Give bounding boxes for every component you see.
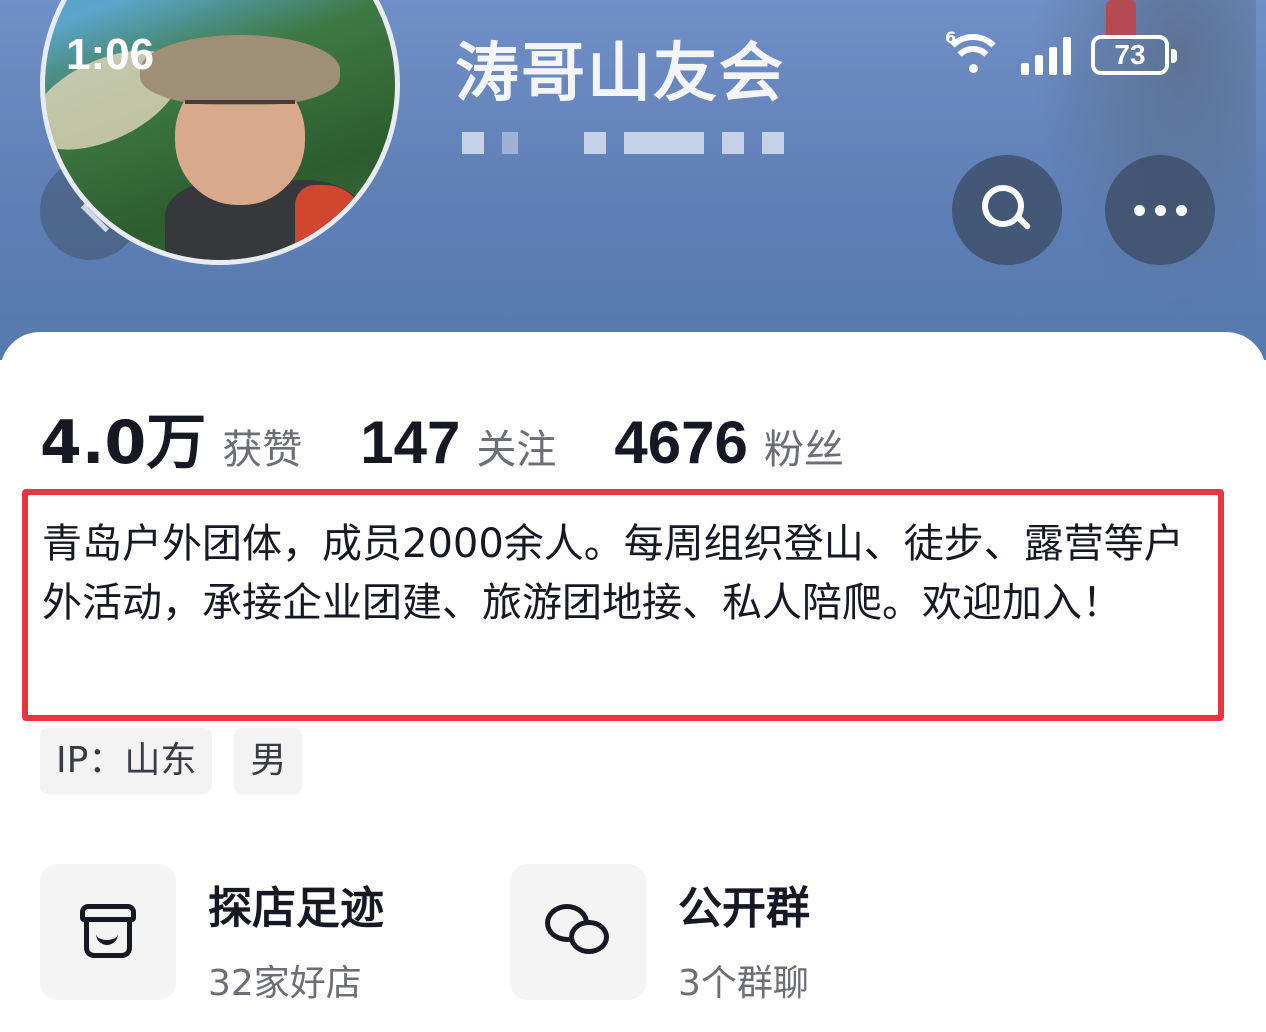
- public-groups-tile[interactable]: 公开群 3个群聊: [510, 864, 980, 1006]
- status-bar-icons: 6 73: [941, 28, 1177, 78]
- stat-followers[interactable]: 4676 粉丝: [614, 408, 843, 477]
- shop-icon: [80, 904, 136, 960]
- gender-tag: 男: [234, 728, 303, 794]
- stat-following-value: 147: [360, 409, 461, 476]
- bio-highlight-box: 青岛户外团体，成员2000余人。每周组织登山、徒步、露营等户外活动，承接企业团建…: [22, 489, 1224, 721]
- search-button[interactable]: [952, 155, 1062, 265]
- stat-followers-label: 粉丝: [763, 427, 844, 473]
- wifi-icon: 6: [941, 28, 1005, 78]
- search-icon: [982, 185, 1032, 235]
- public-groups-title: 公开群: [678, 883, 810, 934]
- status-bar-time: 1:06: [66, 30, 155, 79]
- profile-tags: IP：山东 男: [40, 728, 303, 794]
- store-visits-title: 探店足迹: [208, 883, 384, 934]
- feature-tiles: 探店足迹 32家好店 公开群 3个群聊: [40, 864, 980, 1006]
- profile-card: 4.0万 获赞 147 关注 4676 粉丝 青岛户外团体，成员2000余人。每…: [0, 332, 1266, 1032]
- public-groups-count: 3个群聊: [678, 963, 809, 1004]
- stat-likes[interactable]: 4.0万 获赞: [40, 394, 302, 481]
- stat-likes-label: 获赞: [222, 427, 303, 473]
- signal-icon: [1021, 35, 1071, 75]
- ip-location-tag: IP：山东: [40, 728, 213, 794]
- stat-followers-value: 4676: [614, 409, 748, 476]
- profile-bio: 青岛户外团体，成员2000余人。每周组织登山、徒步、露营等户外活动，承接企业团建…: [42, 521, 1184, 626]
- stat-likes-value: 4.0万: [40, 408, 207, 478]
- more-icon: [1133, 204, 1187, 216]
- blurred-account-id: [462, 132, 842, 160]
- profile-header: 1:06 涛哥山友会 6 73: [0, 0, 1266, 360]
- battery-icon: 73: [1091, 35, 1177, 75]
- store-visits-count: 32家好店: [208, 963, 362, 1004]
- chat-bubbles-icon: [545, 904, 611, 960]
- profile-stats: 4.0万 获赞 147 关注 4676 粉丝: [40, 394, 902, 481]
- stat-following[interactable]: 147 关注: [360, 408, 556, 477]
- more-button[interactable]: [1105, 155, 1215, 265]
- stat-following-label: 关注: [476, 427, 557, 473]
- public-groups-icon-box: [510, 864, 646, 1000]
- page-title: 涛哥山友会: [455, 37, 785, 111]
- store-visits-icon-box: [40, 864, 176, 1000]
- store-visits-tile[interactable]: 探店足迹 32家好店: [40, 864, 510, 1006]
